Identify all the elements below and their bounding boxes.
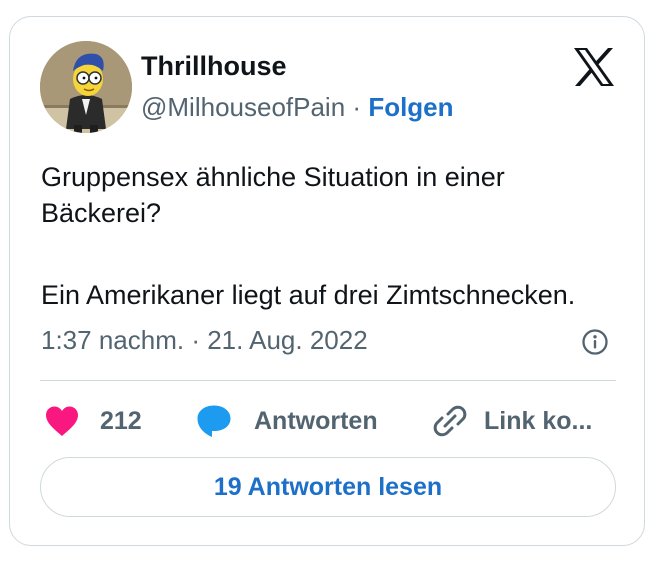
tweet-timestamp[interactable]: 1:37 nachm. · 21. Aug. 2022 <box>41 325 368 356</box>
tweet-embed-card: Thrillhouse @MilhouseofPain · Folgen Gru… <box>9 16 645 546</box>
like-button[interactable]: 212 <box>44 401 142 441</box>
avatar-image <box>40 41 132 133</box>
info-icon[interactable] <box>581 328 609 356</box>
reply-label: Antworten <box>254 406 378 435</box>
heart-icon <box>46 406 78 436</box>
copy-link-label: Link ko... <box>484 406 593 435</box>
x-logo-icon[interactable] <box>572 47 616 87</box>
read-replies-button[interactable]: 19 Antworten lesen <box>40 457 616 517</box>
avatar[interactable] <box>40 41 132 133</box>
author-handle-line: @MilhouseofPain · Folgen <box>141 92 454 123</box>
copy-link-button[interactable]: Link ko... <box>432 401 592 441</box>
handle-separator: · <box>352 92 362 122</box>
link-icon <box>433 405 467 437</box>
speech-bubble-icon <box>197 405 231 437</box>
tweet-text-line: Ein Amerikaner liegt auf drei Zimtschnec… <box>41 280 576 310</box>
tweet-text-line: Gruppensex ähnliche Situation in einer <box>41 162 505 192</box>
tweet-text-line: Bäckerei? <box>41 198 162 228</box>
like-count: 212 <box>100 406 142 435</box>
divider <box>40 380 616 381</box>
reply-button[interactable]: Antworten <box>196 401 378 441</box>
author-handle[interactable]: @MilhouseofPain <box>141 92 345 122</box>
follow-button[interactable]: Folgen <box>368 92 453 122</box>
tweet-text: Gruppensex ähnliche Situation in einer B… <box>41 159 631 313</box>
author-name[interactable]: Thrillhouse <box>141 51 287 82</box>
